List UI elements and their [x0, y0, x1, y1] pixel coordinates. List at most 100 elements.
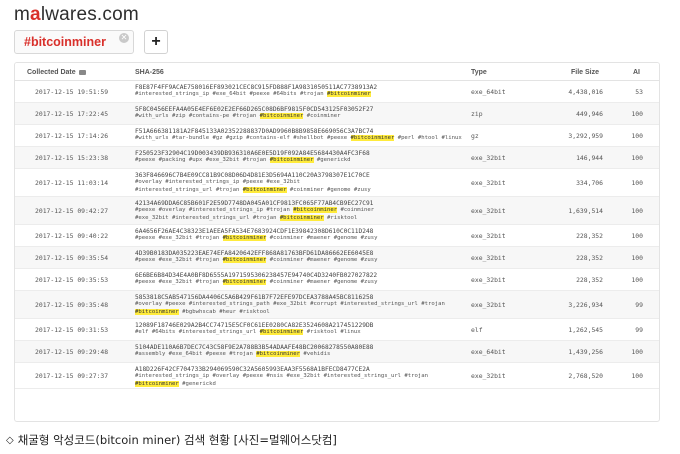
cell-size: 334,706: [576, 179, 603, 187]
highlighted-tag[interactable]: #bitcoinminer: [269, 157, 314, 163]
cell-size: 146,944: [576, 154, 603, 162]
table-row[interactable]: 2017-12-15 09:31:53 12089F18746E029A2B4CC…: [15, 319, 659, 341]
highlighted-tag[interactable]: #bitcoinminer: [326, 91, 371, 97]
tag-list: #with_urls #zip #contains-pe #trojan #bi…: [135, 113, 465, 121]
close-icon[interactable]: ✕: [119, 33, 129, 43]
tag-text: #coinminer #maener #genome #zusy: [266, 235, 378, 241]
sha-hash-link[interactable]: F8E87F4FF9ACAE758016EF893021CEC8C915FD88…: [135, 84, 465, 91]
highlighted-tag[interactable]: #bitcoinminer: [135, 380, 179, 387]
cell-type: zip: [471, 110, 483, 118]
cell-type: exe_32bit: [471, 372, 506, 380]
image-caption: ◇ 채굴형 악성코드(bitcoin miner) 검색 현황 [사진=멀웨어스…: [6, 432, 337, 448]
table-row[interactable]: 2017-12-15 09:29:48 5104ADE110A6B7DEC7C43…: [15, 341, 659, 363]
table-header: Collected Date SHA-256 Type File Size AI: [15, 63, 659, 81]
sha-hash-link[interactable]: 42134A69DDA6C85B601F2E59D7748DA045A01CF9…: [135, 200, 465, 207]
cell-size: 3,226,934: [568, 301, 603, 309]
sha-hash-link[interactable]: F250523F32904C19D003439DB936310A6E0E5D19…: [135, 150, 465, 157]
tag-list: #peexe #exe_32bit #trojan #bitcoinminer …: [135, 257, 465, 265]
tag-text: #peexe #exe_32bit #trojan: [135, 257, 223, 263]
cell-type: gz: [471, 132, 479, 140]
sha-hash-link[interactable]: 6A4656F26AE4C38323E1AEEA5FA534E7683924CD…: [135, 228, 465, 235]
table-row[interactable]: 2017-12-15 09:27:37 A18D226F42CF704733B29…: [15, 363, 659, 389]
tag-text: #interested_strings_ip #overlay #peexe #…: [135, 373, 428, 379]
sha-hash-link[interactable]: 5104ADE110A6B7DEC7C43C58F9E2A788B3B54ADA…: [135, 344, 465, 351]
highlighted-tag[interactable]: #bitcoinminer: [135, 308, 179, 315]
cell-size: 1,439,256: [568, 348, 603, 356]
highlighted-tag[interactable]: #bitcoinminer: [279, 214, 324, 221]
cell-size: 228,352: [576, 276, 603, 284]
cell-type: exe_64bit: [471, 88, 506, 96]
cell-sha: 5F8C0456EEFA4A05E4EF6E02E2EF66D265C08D6B…: [135, 106, 465, 121]
cell-type: exe_32bit: [471, 154, 506, 162]
tag-list: #assembly #exe_64bit #peexe #trojan #bit…: [135, 351, 465, 359]
header-ai: AI: [633, 69, 640, 76]
table-row[interactable]: 2017-12-15 09:42:27 42134A69DDA6C85B601F2…: [15, 197, 659, 225]
tag-list: #peexe #packing #upx #exe_32bit #trojan …: [135, 157, 465, 165]
search-tag-label: #bitcoinminer: [24, 35, 106, 49]
search-tag-bar: #bitcoinminer ✕ +: [14, 30, 168, 54]
tag-text: #exe_32bit #interested_strings_url #troj…: [135, 214, 280, 221]
tag-list: #overlay #peexe #interested_strings_path…: [135, 301, 465, 309]
tag-text: #with_urls #tar-bundle #gz #gzip #contai…: [135, 135, 351, 141]
search-tag-chip[interactable]: #bitcoinminer ✕: [14, 30, 134, 54]
tag-text: #coinminer #maener #genome #zusy: [266, 279, 378, 285]
cell-date: 2017-12-15 09:27:37: [35, 372, 109, 380]
table-row[interactable]: 2017-12-15 17:14:26 F51A666381181A2F84513…: [15, 125, 659, 147]
site-logo[interactable]: m a lwares.com: [14, 4, 139, 26]
highlighted-tag[interactable]: #bitcoinminer: [222, 257, 267, 263]
table-row[interactable]: 2017-12-15 09:35:54 4D39B0183DA035223EAE7…: [15, 247, 659, 269]
sha-hash-link[interactable]: A18D226F42CF704733B294069590C32A5605993E…: [135, 366, 465, 373]
tag-text: #assembly #exe_64bit #peexe #trojan: [135, 351, 257, 357]
cell-sha: 363F846696C7B4E09CC81B9C08D06D4D81E3D569…: [135, 172, 465, 194]
add-tag-button[interactable]: +: [144, 30, 168, 54]
table-row[interactable]: 2017-12-15 17:22:45 5F8C0456EEFA4A05E4EF6…: [15, 103, 659, 125]
highlighted-tag[interactable]: #bitcoinminer: [259, 113, 304, 119]
highlighted-tag[interactable]: #bitcoinminer: [222, 279, 267, 285]
cell-ai: 100: [631, 110, 643, 118]
sha-hash-link[interactable]: 4D39B0183DA035223EAE74EFA8420642EFF868A8…: [135, 250, 465, 257]
highlighted-tag[interactable]: #bitcoinminer: [259, 329, 304, 335]
table-row[interactable]: 2017-12-15 19:51:59 F8E87F4FF9ACAE758016E…: [15, 81, 659, 103]
cell-date: 2017-12-15 09:35:54: [35, 254, 109, 262]
sha-hash-link[interactable]: 363F846696C7B4E09CC81B9C08D06D4D81E3D569…: [135, 172, 465, 179]
table-row[interactable]: 2017-12-15 09:35:53 6E6BE6B84D34E4A0BF8D6…: [15, 269, 659, 291]
table-row[interactable]: 2017-12-15 15:23:38 F250523F32904C19D0034…: [15, 147, 659, 169]
tag-text: #peexe #exe_32bit #trojan: [135, 279, 223, 285]
cell-date: 2017-12-15 17:22:45: [35, 110, 109, 118]
table-row[interactable]: 2017-12-15 11:03:14 363F846696C7B4E09CC81…: [15, 169, 659, 197]
sha-hash-link[interactable]: 6E6BE6B84D34E4A0BF8D6555A197159530623845…: [135, 272, 465, 279]
table-row[interactable]: 2017-12-15 09:35:48 5853818C5AB547156DA44…: [15, 291, 659, 319]
sha-hash-link[interactable]: F51A666381181A2F845133A02352288837D0AD99…: [135, 128, 465, 135]
cell-ai: 100: [631, 254, 643, 262]
tag-list: #bitcoinminer #bgbwhscab #heur #risktool: [135, 308, 465, 317]
tag-text: #peexe #exe_32bit #trojan: [135, 235, 223, 241]
cell-sha: F250523F32904C19D003439DB936310A6E0E5D19…: [135, 150, 465, 165]
cell-sha: 4D39B0183DA035223EAE74EFA8420642EFF868A8…: [135, 250, 465, 265]
cell-ai: 99: [635, 301, 643, 309]
tag-list: #bitcoinminer #generickd: [135, 380, 465, 389]
sha-hash-link[interactable]: 5F8C0456EEFA4A05E4EF6E02E2EF66D265C08D6B…: [135, 106, 465, 113]
highlighted-tag[interactable]: #bitcoinminer: [350, 135, 395, 141]
tag-text: #vehidis: [300, 351, 331, 357]
cell-ai: 100: [631, 179, 643, 187]
sha-hash-link[interactable]: 5853818C5AB547156DA4406C5A6B429F61B7F72E…: [135, 294, 465, 301]
cell-type: elf: [471, 326, 483, 334]
tag-text: #bgbwhscab #heur #risktool: [178, 308, 270, 315]
tag-list: #interested_strings_url #trojan #bitcoin…: [135, 186, 465, 195]
cell-sha: 12089F18746E029A2B4CC74715E5CF0C61EE0280…: [135, 322, 465, 337]
table-row[interactable]: 2017-12-15 09:40:22 6A4656F26AE4C38323E1A…: [15, 225, 659, 247]
cell-sha: A18D226F42CF704733B294069590C32A5605993E…: [135, 366, 465, 388]
highlighted-tag[interactable]: #bitcoinminer: [242, 186, 287, 193]
header-collected-date[interactable]: Collected Date: [27, 69, 86, 76]
logo-prefix: m: [14, 4, 31, 25]
tag-text: #perl #htool #linux: [394, 135, 462, 141]
sort-icon[interactable]: [78, 70, 86, 75]
highlighted-tag[interactable]: #bitcoinminer: [293, 207, 338, 213]
tag-list: #interested_strings_ip #overlay #peexe #…: [135, 373, 465, 381]
sha-hash-link[interactable]: 12089F18746E029A2B4CC74715E5CF0C61EE0280…: [135, 322, 465, 329]
tag-text: #risktool: [323, 214, 358, 221]
highlighted-tag[interactable]: #bitcoinminer: [256, 351, 301, 357]
cell-type: exe_32bit: [471, 179, 506, 187]
cell-sha: 42134A69DDA6C85B601F2E59D7748DA045A01CF9…: [135, 200, 465, 222]
highlighted-tag[interactable]: #bitcoinminer: [222, 235, 267, 241]
